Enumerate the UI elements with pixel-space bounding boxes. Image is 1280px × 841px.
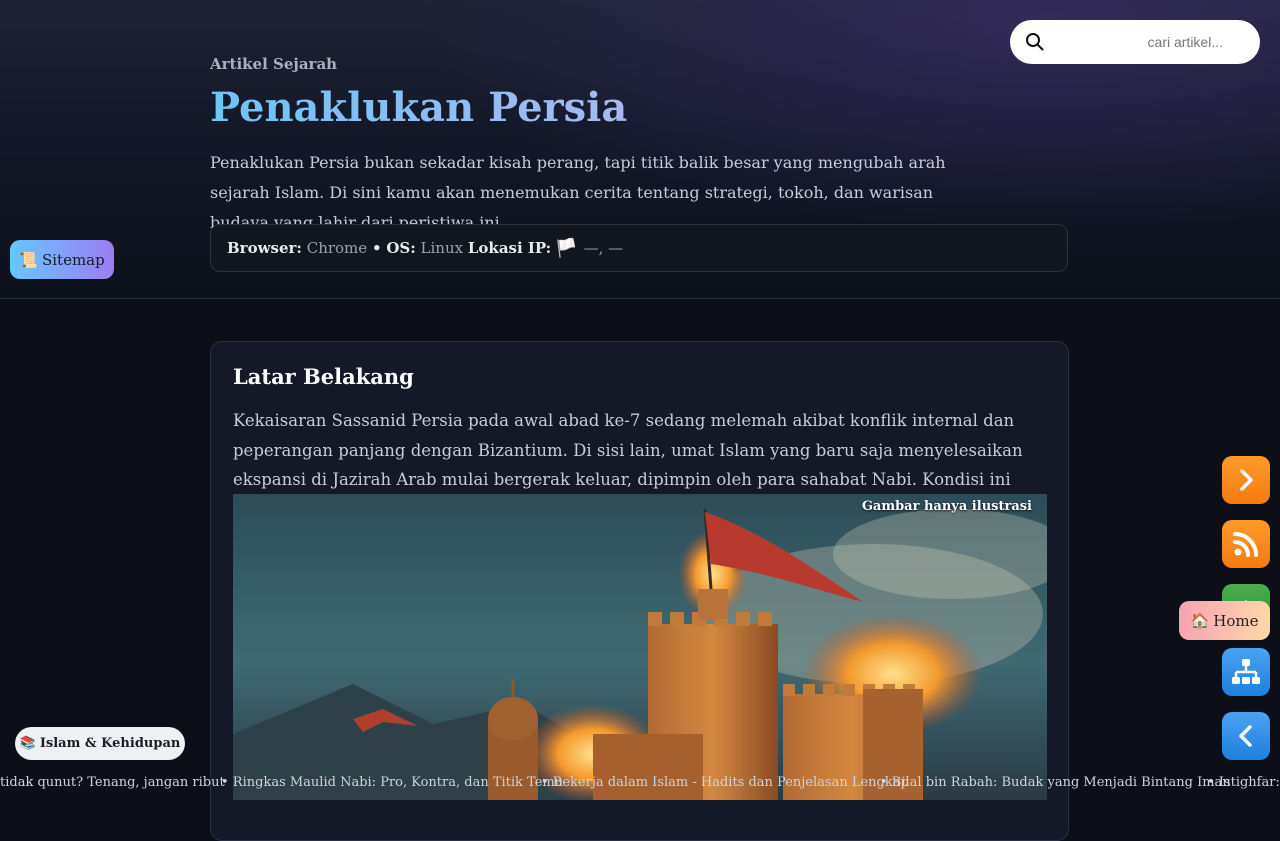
category-label: Islam & Kehidupan (39, 736, 181, 751)
visitor-info-box: Browser: Chrome • OS: Linux Lokasi IP: 🏳… (210, 224, 1068, 272)
rss-feed-button[interactable] (1222, 520, 1270, 568)
scroll-icon: 📜 (19, 250, 38, 269)
ticker-item[interactable]: tidak qunut? Tenang, jangan ribut (0, 775, 225, 790)
rss-icon (1233, 532, 1258, 557)
category-pill[interactable]: 📚 Islam & Kehidupan (15, 727, 185, 760)
ip-location-value: —, — (583, 239, 624, 257)
browser-value: Chrome (306, 239, 368, 257)
sitemap-tree-button[interactable] (1222, 648, 1270, 696)
chevron-right-icon (1240, 469, 1253, 491)
home-label: Home (1213, 611, 1259, 630)
house-icon: 🏠 (1190, 611, 1210, 630)
page-title: Penaklukan Persia (210, 84, 628, 131)
sitemap-label: Sitemap (41, 250, 105, 269)
ticker-item[interactable]: • Bilal bin Rabah: Budak yang Menjadi Bi… (880, 775, 1231, 790)
illustration-caption: Gambar hanya ilustrasi (861, 499, 1032, 514)
next-article-button[interactable] (1222, 456, 1270, 504)
article-category-label: Artikel Sejarah (210, 55, 338, 73)
chevron-left-icon (1239, 725, 1252, 747)
search-input[interactable] (1055, 20, 1245, 64)
ticker-item[interactable]: • Ringkas Maulid Nabi: Pro, Kontra, dan … (221, 775, 563, 790)
browser-label: Browser: (227, 239, 302, 257)
section-heading: Latar Belakang (233, 364, 414, 389)
ticker-item[interactable]: • Bekerja dalam Islam - Hadits dan Penje… (541, 775, 909, 790)
search-box[interactable] (1010, 20, 1260, 64)
info-separator: • (371, 239, 382, 257)
sitemap-tree-icon (1232, 659, 1260, 684)
os-value: Linux (420, 239, 464, 257)
books-icon: 📚 (19, 736, 36, 751)
fortress-illustration (233, 494, 1047, 800)
ip-location-label: Lokasi IP: (467, 239, 552, 257)
previous-article-button[interactable] (1222, 712, 1270, 760)
flag-icon: 🏳️ (555, 237, 578, 259)
news-ticker: tidak qunut? Tenang, jangan ribut • Ring… (0, 770, 1280, 800)
home-button[interactable]: 🏠 Home (1179, 601, 1270, 640)
sitemap-button[interactable]: 📜 Sitemap (10, 240, 114, 279)
ticker-item[interactable]: • Istighfar: K (1207, 775, 1280, 790)
search-icon (1026, 33, 1044, 51)
os-label: OS: (386, 239, 416, 257)
header-divider (0, 298, 1280, 299)
article-illustration: Gambar hanya ilustrasi (233, 494, 1047, 800)
